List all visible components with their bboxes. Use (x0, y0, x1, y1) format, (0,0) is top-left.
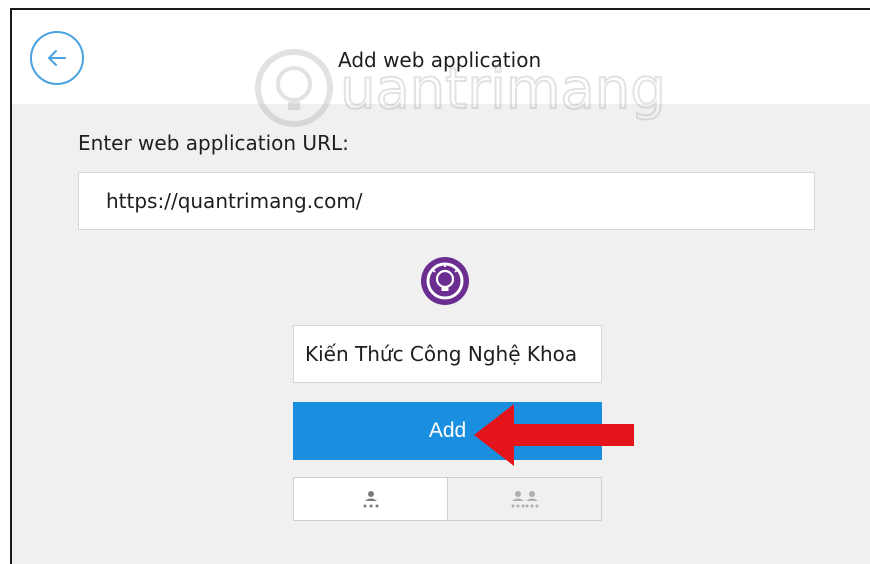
arrow-left-icon (48, 50, 66, 66)
url-input[interactable]: https://quantrimang.com/ (78, 172, 815, 230)
lightbulb-icon (421, 257, 469, 305)
add-button[interactable]: Add (293, 402, 602, 460)
back-button[interactable] (30, 31, 84, 85)
single-user-icon (363, 491, 378, 508)
dialog-frame: Add web application uantrimang Enter web… (10, 8, 870, 564)
multi-user-option[interactable] (448, 478, 601, 520)
url-label: Enter web application URL: (78, 131, 349, 155)
app-name-input[interactable]: Kiến Thức Công Nghệ Khoa (293, 325, 602, 383)
header: Add web application (12, 10, 870, 104)
single-user-option[interactable] (294, 478, 448, 520)
multi-user-icon (511, 491, 538, 508)
dialog-title: Add web application (338, 48, 542, 72)
user-mode-toggle (293, 477, 602, 521)
